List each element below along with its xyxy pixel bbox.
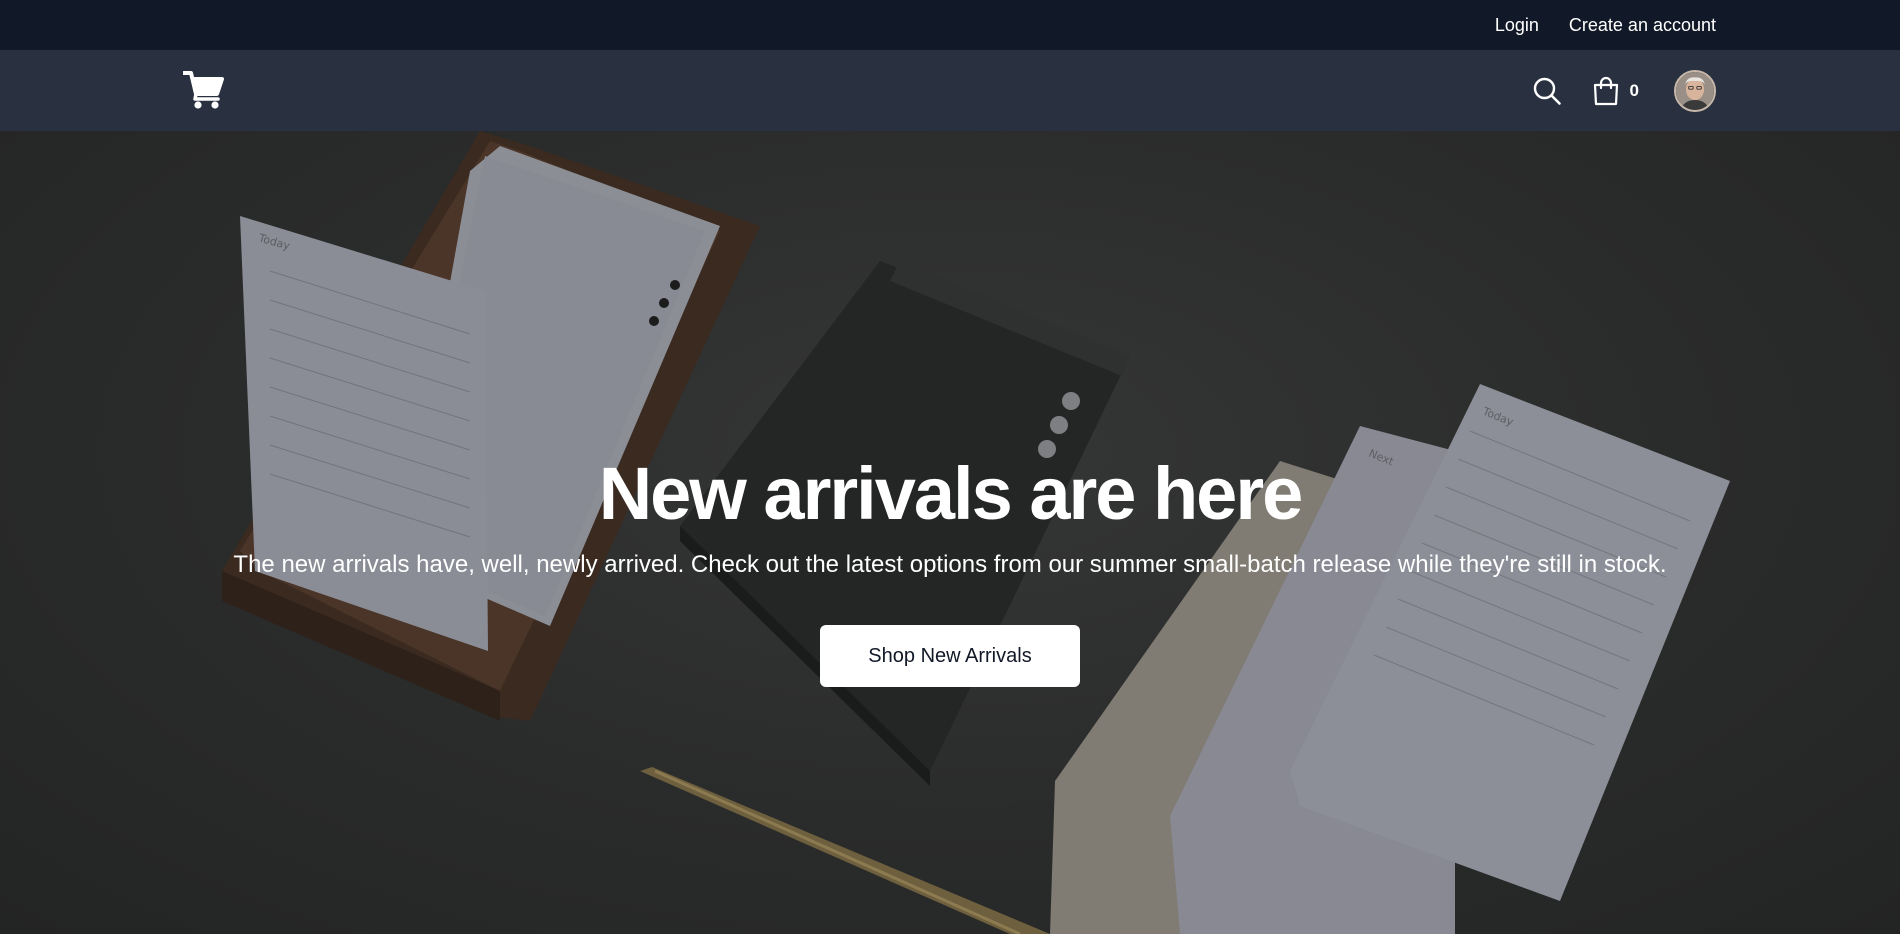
top-bar: Login Create an account — [0, 0, 1900, 50]
cart-button[interactable]: 0 — [1592, 76, 1639, 106]
hero-banner: Today Next Today New arrivals are here T… — [0, 131, 1900, 934]
nav-actions: 0 — [1532, 50, 1716, 131]
shopping-cart-icon[interactable] — [182, 70, 225, 110]
create-account-link[interactable]: Create an account — [1569, 15, 1716, 36]
login-link[interactable]: Login — [1495, 15, 1539, 36]
user-avatar[interactable] — [1674, 69, 1716, 112]
brass-pen — [640, 767, 1050, 934]
hero-title: New arrivals are here — [598, 452, 1304, 535]
hero-subtitle: The new arrivals have, well, newly arriv… — [233, 551, 1667, 578]
shop-new-arrivals-button[interactable]: Shop New Arrivals — [820, 625, 1080, 687]
shopping-bag-icon — [1593, 76, 1618, 105]
search-icon[interactable] — [1532, 76, 1562, 106]
cart-count: 0 — [1629, 80, 1639, 100]
account-links: Login Create an account — [1495, 0, 1716, 50]
main-navbar: 0 — [0, 50, 1900, 131]
